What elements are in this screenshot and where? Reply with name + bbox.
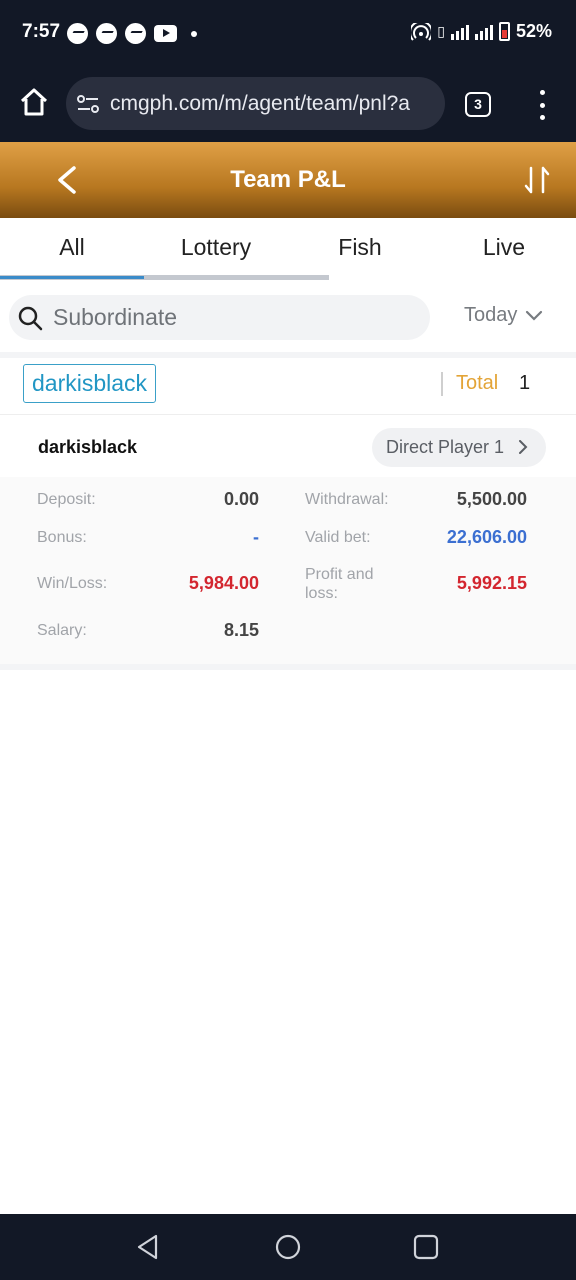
- status-time: 7:57: [22, 21, 61, 42]
- battery-icon: [498, 22, 510, 41]
- subordinate-search-input[interactable]: [53, 304, 413, 331]
- status-bar: 7:57 ▯ 52%: [0, 0, 576, 66]
- address-bar[interactable]: cmgph.com/m/agent/team/pnl?a: [66, 77, 445, 130]
- total-separator: [441, 372, 443, 396]
- url-text: cmgph.com/m/agent/team/pnl?a: [110, 91, 410, 115]
- win-loss-value: 5,984.00: [188, 573, 259, 593]
- tab-live[interactable]: Live: [432, 234, 576, 261]
- home-icon[interactable]: [18, 86, 50, 118]
- total-value: 1: [519, 372, 531, 394]
- messenger-icon: [96, 23, 117, 44]
- date-range-value: Today: [464, 304, 518, 326]
- app-header: Team P&L: [0, 142, 576, 218]
- direct-player-label: Direct Player 1: [386, 437, 505, 457]
- profit-loss-label-line2: loss:: [305, 585, 338, 602]
- tab-lottery[interactable]: Lottery: [144, 234, 288, 261]
- bonus-label: Bonus:: [37, 529, 87, 546]
- messenger-icon: [125, 23, 146, 44]
- battery-percentage: 52%: [515, 21, 552, 41]
- messenger-icon: [67, 23, 88, 44]
- nav-home-icon[interactable]: [274, 1233, 302, 1261]
- withdrawal-label: Withdrawal:: [305, 491, 389, 508]
- profit-loss-label-line1: Profit and: [305, 566, 374, 583]
- more-notifications-dot-icon: [191, 30, 197, 37]
- signal-strength-icon: [450, 24, 469, 40]
- total-label: Total: [456, 372, 499, 394]
- record-username: darkisblack: [38, 437, 138, 457]
- tab-fish[interactable]: Fish: [288, 234, 432, 261]
- profit-loss-value: 5,992.15: [456, 573, 527, 593]
- hotspot-icon: [411, 22, 432, 41]
- browser-toolbar: cmgph.com/m/agent/team/pnl?a 3: [0, 66, 576, 142]
- valid-bet-value: 22,606.00: [446, 527, 527, 547]
- active-tab-indicator: [0, 276, 144, 279]
- salary-value: 8.15: [223, 620, 259, 640]
- page-title: Team P&L: [230, 166, 346, 193]
- volte-icon: ▯: [437, 23, 445, 39]
- signal-strength-2-icon: [474, 24, 493, 40]
- notification-icons: [67, 23, 197, 44]
- withdrawal-value: 5,500.00: [456, 489, 527, 509]
- deposit-label: Deposit:: [37, 491, 96, 508]
- date-range-select[interactable]: Today: [464, 304, 543, 327]
- deposit-value: 0.00: [223, 489, 259, 509]
- browser-menu-icon[interactable]: [537, 90, 547, 120]
- card-bottom-divider: [0, 664, 576, 670]
- youtube-icon: [154, 25, 177, 42]
- system-status-icons: ▯ 52%: [411, 21, 552, 42]
- salary-label: Salary:: [37, 622, 87, 639]
- search-box[interactable]: [9, 295, 430, 340]
- sort-icon[interactable]: [522, 164, 552, 196]
- site-settings-icon[interactable]: [76, 93, 100, 115]
- category-tabs: All Lottery Fish Live: [0, 218, 576, 280]
- pnl-record-card: darkisblack Direct Player 1 Deposit: 0.0…: [0, 414, 576, 667]
- nav-back-icon[interactable]: [134, 1233, 162, 1261]
- nav-recents-icon[interactable]: [412, 1233, 440, 1261]
- summary-row: darkisblack Total 1: [0, 358, 576, 410]
- bonus-value: -: [253, 527, 259, 547]
- tab-switcher-button[interactable]: 3: [465, 92, 491, 117]
- direct-player-button[interactable]: Direct Player 1: [372, 428, 546, 467]
- chevron-right-icon: [519, 440, 528, 454]
- chevron-down-icon: [526, 310, 543, 321]
- system-navigation-bar: [0, 1214, 576, 1280]
- win-loss-label: Win/Loss:: [37, 575, 108, 592]
- valid-bet-label: Valid bet:: [305, 529, 371, 546]
- selected-user-chip[interactable]: darkisblack: [23, 364, 157, 403]
- tab-all[interactable]: All: [0, 234, 144, 261]
- search-icon: [18, 306, 43, 330]
